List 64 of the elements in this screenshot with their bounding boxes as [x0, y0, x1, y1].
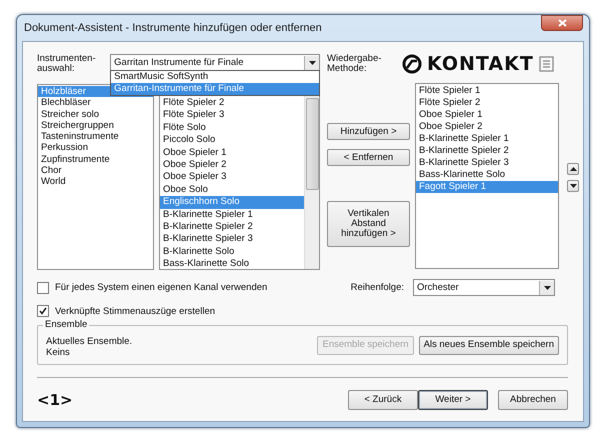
logo-square-icon — [538, 56, 554, 72]
step-marker: <1> — [37, 391, 73, 409]
action-button[interactable]: Vertikalen Abstand hinzufügen > — [327, 201, 410, 247]
action-button[interactable]: < Entfernen — [327, 149, 410, 166]
logo-text: KONTAKT — [427, 54, 534, 74]
down-arrow-icon — [570, 184, 576, 188]
list-item[interactable]: Zupfinstrumente — [38, 154, 153, 166]
list-item[interactable]: Piccolo Solo — [160, 134, 304, 147]
list-item[interactable]: B-Klarinette Spieler 3 — [160, 233, 304, 246]
close-button[interactable] — [541, 15, 583, 31]
checkbox[interactable] — [37, 282, 49, 294]
ensemble-value: Keins — [46, 347, 71, 358]
list-item[interactable]: Streichergruppen — [38, 120, 153, 132]
list-item[interactable]: Flöte Spieler 2 — [416, 97, 558, 109]
checkbox-label: Verknüpfte Stimmenauszüge erstellen — [55, 306, 216, 316]
list-item[interactable]: Tasteninstrumente — [38, 131, 153, 142]
list-item[interactable]: Flöte Spieler 1 — [416, 85, 558, 97]
move-up-button[interactable] — [567, 163, 579, 175]
list-item[interactable]: B-Klarinette Spieler 3 — [416, 157, 558, 169]
list-item[interactable]: Bass-Klarinette Solo — [160, 258, 304, 269]
order-dropdown[interactable]: Orchester — [413, 279, 555, 296]
ensemble-button[interactable]: Als neues Ensemble speichern — [418, 336, 559, 354]
option-checkbox[interactable]: Verknüpfte Stimmenauszüge erstellen — [37, 305, 216, 317]
list-item[interactable]: Oboe Solo — [160, 184, 304, 196]
ensemble-label: Aktuelles Ensemble. — [46, 336, 132, 347]
list-item[interactable]: Flöte Spieler 2 — [160, 97, 304, 110]
group-title: Ensemble — [43, 319, 90, 330]
window-title: Dokument-Assistent - Instrumente hinzufügen oder entfernen — [23, 22, 322, 34]
nav-button[interactable]: < Zurück — [348, 390, 418, 410]
score-list[interactable]: Flöte Spieler 1 Flöte Spieler 2 Oboe Spieler 1 Oboe Spieler 2 B-Klarinette Spieler 1 B-Klarinette Spieler 2 B-Klarinette Spieler 3 Bass-Klarinette Solo Fagott Spieler 1 — [415, 83, 559, 269]
list-item[interactable]: Perkussion — [38, 142, 153, 154]
checkbox[interactable] — [37, 305, 49, 317]
list-item[interactable]: B-Klarinette Spieler 2 — [416, 145, 558, 157]
list-item[interactable]: World — [38, 176, 153, 188]
list-item[interactable]: B-Klarinette Spieler 1 — [416, 133, 558, 145]
logo-icon — [402, 54, 422, 74]
list-item[interactable]: Oboe Spieler 1 — [416, 109, 558, 121]
nav-button[interactable]: Abbrechen — [498, 390, 568, 410]
nav-button[interactable]: Weiter > — [418, 390, 488, 410]
list-item[interactable]: B-Klarinette Spieler 1 — [160, 208, 304, 222]
action-button[interactable]: Hinzufügen > — [327, 123, 410, 140]
list-item[interactable]: Flöte Spieler 3 — [160, 109, 304, 122]
option-checkbox[interactable]: Für jedes System einen eigenen Kanal verwenden — [37, 282, 268, 294]
list-item[interactable]: Streicher solo — [38, 108, 153, 120]
up-arrow-icon — [570, 167, 576, 171]
list-item[interactable]: Blechbläser — [38, 97, 153, 109]
list-item[interactable]: Oboe Spieler 2 — [160, 159, 304, 172]
list-item[interactable]: Oboe Spieler 3 — [160, 171, 304, 184]
list-item[interactable]: B-Klarinette Solo — [160, 246, 304, 258]
list-item[interactable]: B-Klarinette Spieler 2 — [160, 221, 304, 234]
list-item[interactable]: Flöte Solo — [160, 122, 304, 134]
dropdown-option[interactable]: SmartMusic SoftSynth — [111, 71, 320, 83]
down-arrow-icon — [544, 286, 550, 290]
close-icon — [558, 19, 566, 27]
down-arrow-icon — [308, 60, 316, 64]
playback-label: Wiedergabe- Methode: — [327, 54, 382, 74]
list-item[interactable]: Chor — [38, 165, 153, 176]
source-label: Instrumenten- auswahl: — [37, 54, 97, 76]
list-item[interactable]: Bass-Klarinette Solo — [416, 169, 558, 181]
list-item[interactable]: Oboe Spieler 2 — [416, 121, 558, 133]
list-item[interactable]: Oboe Spieler 1 — [160, 146, 304, 160]
checkbox-label: Für jedes System einen eigenen Kanal verwenden — [55, 282, 268, 293]
order-label: Reihenfolge: — [350, 282, 404, 293]
move-down-button[interactable] — [567, 180, 579, 192]
